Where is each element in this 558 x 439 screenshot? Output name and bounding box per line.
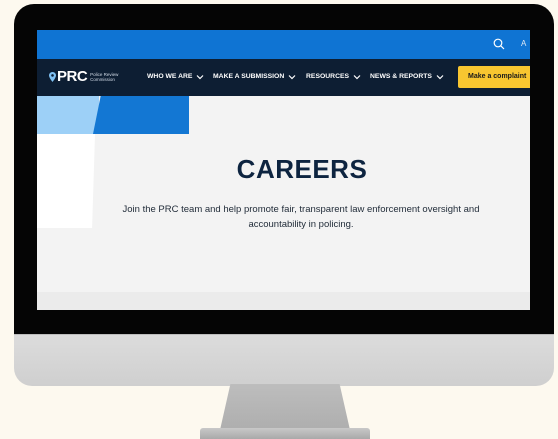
utility-bar: A xyxy=(37,30,530,59)
nav-item-make-a-submission[interactable]: MAKE A SUBMISSION xyxy=(213,73,296,80)
nav-item-label: WHO WE ARE xyxy=(147,73,193,80)
site-logo[interactable]: PRC Police Review Commission xyxy=(49,68,130,85)
nav-item-news-reports[interactable]: NEWS & REPORTS xyxy=(370,73,444,80)
location-pin-icon xyxy=(49,71,56,82)
nav-item-resources[interactable]: RESOURCES xyxy=(306,73,361,80)
chevron-down-icon xyxy=(353,74,361,79)
search-icon[interactable] xyxy=(493,38,505,50)
utility-bar-text[interactable]: A xyxy=(521,39,526,48)
monitor-stand-neck xyxy=(220,384,350,430)
monitor-stand-foot xyxy=(200,428,370,439)
make-a-complaint-button[interactable]: Make a complaint xyxy=(458,66,530,88)
decorative-light-blue-shape xyxy=(37,96,99,134)
chevron-down-icon xyxy=(197,74,204,79)
nav-item-label: NEWS & REPORTS xyxy=(370,73,432,80)
page-description: Join the PRC team and help promote fair,… xyxy=(122,204,480,230)
decorative-blue-shape xyxy=(93,96,189,134)
nav-item-label: MAKE A SUBMISSION xyxy=(213,73,285,80)
hero-section: CAREERS Join the PRC team and help promo… xyxy=(37,96,530,292)
monitor-chin xyxy=(14,334,554,386)
screen: A PRC Police Review Commission WHO WE AR… xyxy=(37,30,530,310)
logo-text: PRC xyxy=(57,68,88,85)
nav-item-who-we-are[interactable]: WHO WE ARE xyxy=(147,73,204,80)
page-title: CAREERS xyxy=(236,154,368,184)
content-section-edge xyxy=(37,292,530,310)
main-nav: PRC Police Review Commission WHO WE ARE … xyxy=(37,59,530,96)
chevron-down-icon xyxy=(288,74,296,79)
nav-item-label: RESOURCES xyxy=(306,73,350,80)
logo-subtitle: Police Review Commission xyxy=(90,71,119,82)
chevron-down-icon xyxy=(436,74,444,79)
